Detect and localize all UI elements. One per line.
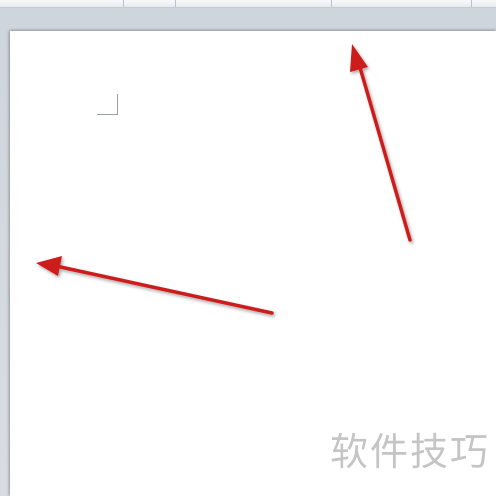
watermark: 软件技巧 bbox=[329, 430, 490, 474]
arrow-up-head bbox=[350, 44, 368, 72]
arrow-left-shaft bbox=[54, 264, 274, 315]
arrow-left-head bbox=[36, 256, 62, 276]
arrow-up-shaft bbox=[357, 62, 412, 242]
